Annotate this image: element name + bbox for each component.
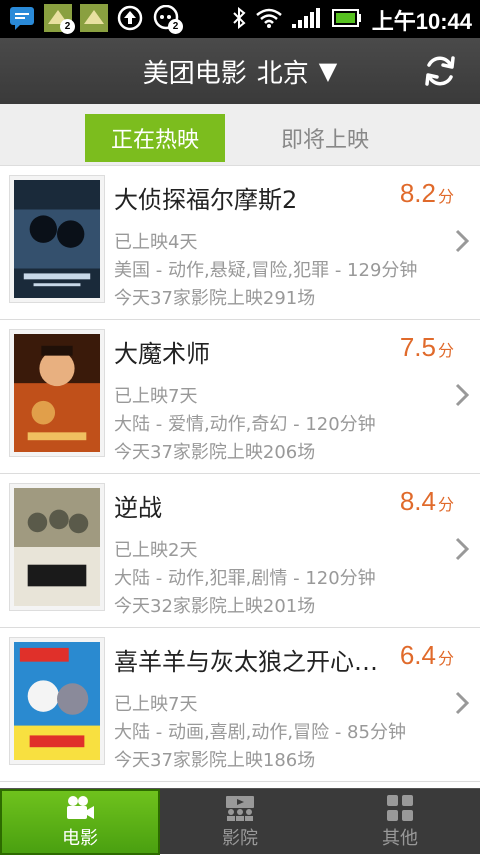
upload-icon xyxy=(116,4,144,32)
bluetooth-icon xyxy=(232,6,246,33)
status-bar-notifications: 2 2 xyxy=(8,4,183,34)
chat-bubble-icon: 2 xyxy=(152,4,183,34)
status-bar: 2 2 上午10:44 xyxy=(0,0,480,38)
notification-badge: 2 xyxy=(168,19,183,34)
refresh-icon xyxy=(425,56,455,86)
notification-badge: 2 xyxy=(60,19,75,34)
movie-list-item[interactable]: 逆战 8.4 分 已上映2天 大陆 - 动作,犯罪,剧情 - 120分钟 今天32… xyxy=(0,474,480,628)
nav-more-label: 其他 xyxy=(382,828,418,849)
status-time: 上午10:44 xyxy=(371,9,472,34)
nav-more[interactable]: 其他 xyxy=(320,789,480,855)
movie-list[interactable]: 大侦探福尔摩斯2 8.2 分 已上映4天 美国 - 动作,悬疑,冒险,犯罪 - 1… xyxy=(0,166,480,788)
cinema-screen-icon xyxy=(223,794,257,822)
movie-info: 大陆 - 动作,犯罪,剧情 - 120分钟 xyxy=(114,568,376,589)
bottom-nav: 电影 影院 其他 xyxy=(0,788,480,855)
chevron-right-icon xyxy=(455,383,470,407)
movie-title: 大侦探福尔摩斯2 xyxy=(114,186,298,214)
chevron-right-icon xyxy=(455,537,470,561)
grid-icon xyxy=(383,794,417,822)
movie-score: 6.4 分 xyxy=(399,640,454,670)
tab-now-showing[interactable]: 正在热映 xyxy=(85,114,225,162)
movie-score: 8.2 分 xyxy=(399,178,454,208)
movie-title: 逆战 xyxy=(114,494,162,522)
movie-poster xyxy=(9,483,105,611)
movie-score: 8.4 分 xyxy=(399,486,454,516)
movie-poster xyxy=(9,329,105,457)
movie-poster xyxy=(9,175,105,303)
chevron-right-icon xyxy=(455,229,470,253)
movie-info: 大陆 - 爱情,动作,奇幻 - 120分钟 xyxy=(114,414,376,435)
movie-title: 大魔术师 xyxy=(114,340,210,368)
refresh-button[interactable] xyxy=(420,51,460,91)
nav-cinemas-label: 影院 xyxy=(222,828,258,849)
movie-release-days: 已上映4天 xyxy=(114,232,198,253)
movie-showtimes-summary: 今天37家影院上映291场 xyxy=(114,288,316,309)
app-title: 美团电影 xyxy=(142,58,247,89)
nav-movies[interactable]: 电影 xyxy=(0,789,160,855)
status-bar-system: 上午10:44 xyxy=(232,4,472,36)
chat-notification-icon xyxy=(8,4,36,32)
wifi-icon xyxy=(255,8,282,32)
movie-info: 大陆 - 动画,喜剧,动作,冒险 - 85分钟 xyxy=(114,722,406,743)
nav-movies-label: 电影 xyxy=(62,828,98,849)
movie-score: 7.5 分 xyxy=(399,332,454,362)
signal-icon xyxy=(291,8,322,32)
film-camera-icon xyxy=(63,794,97,822)
city-selector[interactable]: 美团电影 北京 ▼ xyxy=(0,38,480,104)
nav-cinemas[interactable]: 影院 xyxy=(160,789,320,855)
movie-showtimes-summary: 今天37家影院上映186场 xyxy=(114,750,316,771)
movie-release-days: 已上映7天 xyxy=(114,386,198,407)
app-update-icon xyxy=(80,4,108,32)
movie-release-days: 已上映7天 xyxy=(114,694,198,715)
movie-showtimes-summary: 今天37家影院上映206场 xyxy=(114,442,316,463)
movie-tabs: 正在热映 即将上映 xyxy=(0,104,480,166)
movie-title: 喜羊羊与灰太狼之开心闯龙年 xyxy=(114,648,384,676)
city-name: 北京 xyxy=(256,58,309,89)
app-update-icon: 2 xyxy=(44,4,75,34)
battery-icon xyxy=(331,9,362,31)
movie-poster xyxy=(9,637,105,765)
movie-info: 美国 - 动作,悬疑,冒险,犯罪 - 129分钟 xyxy=(114,260,418,281)
movie-list-item[interactable]: 大侦探福尔摩斯2 8.2 分 已上映4天 美国 - 动作,悬疑,冒险,犯罪 - 1… xyxy=(0,166,480,320)
movie-list-item[interactable]: 喜羊羊与灰太狼之开心闯龙年 6.4分 已上映7天 大陆 - 动画,喜剧,动作,冒… xyxy=(0,628,480,782)
movie-list-item[interactable]: 大魔术师 7.5 分 已上映7天 大陆 - 爱情,动作,奇幻 - 120分钟 今天… xyxy=(0,320,480,474)
dropdown-caret-icon: ▼ xyxy=(318,57,338,85)
chevron-right-icon xyxy=(455,691,470,715)
tab-coming-soon[interactable]: 即将上映 xyxy=(255,114,395,162)
movie-showtimes-summary: 今天32家影院上映201场 xyxy=(114,596,316,617)
title-bar: 美团电影 北京 ▼ xyxy=(0,38,480,104)
movie-release-days: 已上映2天 xyxy=(114,540,198,561)
